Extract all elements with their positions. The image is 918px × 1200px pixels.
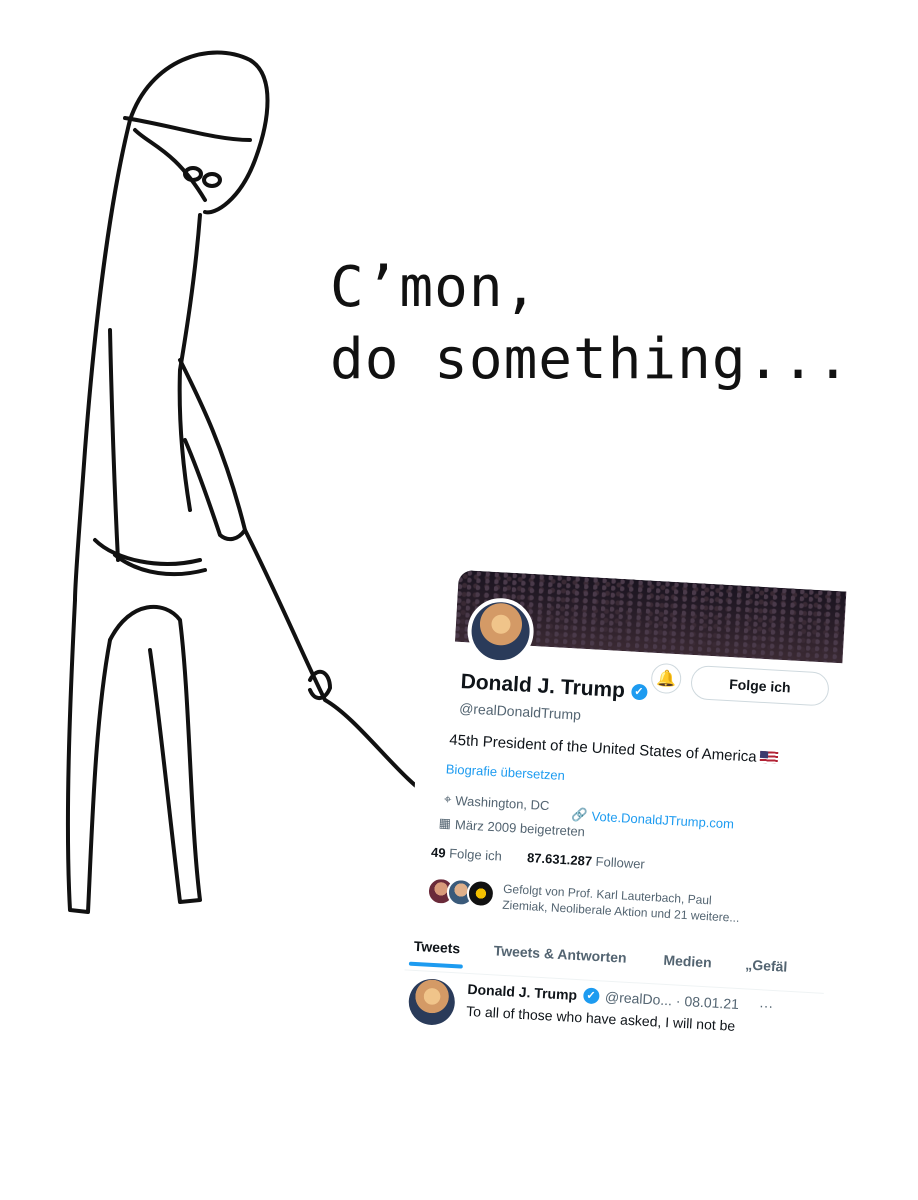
verified-badge-icon: ✓ — [582, 987, 600, 1005]
notification-bell-icon: 🔔 — [655, 669, 677, 689]
twitter-profile-screenshot: 🔔 Folge ich Donald J. Trump ✓ @realDonal… — [400, 568, 847, 1061]
profile-location-text: Washington, DC — [455, 792, 550, 813]
profile-website-link[interactable]: Vote.DonaldJTrump.com — [591, 808, 734, 831]
caption-line-1: C’mon, — [330, 255, 539, 320]
tab-media[interactable]: Medien — [663, 952, 712, 971]
followers-label: Follower — [595, 853, 646, 872]
profile-name-text: Donald J. Trump — [460, 670, 626, 703]
tweet-avatar[interactable] — [407, 977, 457, 1027]
tweet-author-name: Donald J. Trump — [467, 980, 578, 1004]
followers-count: 87.631.287 — [526, 850, 593, 869]
profile-stats: 49 Folge ich 87.631.287 Follower — [431, 845, 645, 872]
tab-likes[interactable]: „Gefäl — [745, 956, 788, 974]
location-pin-icon: ⌖ — [443, 791, 452, 807]
calendar-icon: ▦ — [438, 815, 452, 831]
notification-bell-button[interactable]: 🔔 — [650, 662, 683, 695]
caption-line-2: do something... — [330, 327, 851, 392]
followed-by-text: Gefolgt von Prof. Karl Lauterbach, Paul … — [501, 881, 740, 925]
following-stat[interactable]: 49 Folge ich — [431, 845, 503, 864]
followed-by[interactable]: Gefolgt von Prof. Karl Lauterbach, Paul … — [426, 876, 743, 927]
tweet-handle-date: @realDo... · 08.01.21 — [604, 988, 740, 1013]
meme-page: C’mon, do something... 🔔 Folge ich Donal… — [0, 0, 918, 1200]
tab-tweets[interactable]: Tweets — [413, 938, 460, 957]
us-flag-icon — [759, 750, 778, 764]
profile-handle: @realDonaldTrump — [458, 700, 582, 723]
meme-caption: C’mon, do something... — [330, 252, 851, 396]
link-icon: 🔗 — [571, 806, 589, 823]
more-options-icon[interactable]: ··· — [759, 997, 774, 1014]
translate-bio-link[interactable]: Biografie übersetzen — [445, 761, 565, 783]
profile-location: ⌖ Washington, DC — [444, 791, 550, 813]
following-label: Folge ich — [448, 845, 503, 864]
profile-joined-text: März 2009 beigetreten — [454, 816, 586, 839]
profile-joined: ▦ März 2009 beigetreten — [438, 815, 585, 839]
follower-avatar — [466, 878, 496, 909]
following-button[interactable]: Folge ich — [690, 664, 830, 707]
followers-stat[interactable]: 87.631.287 Follower — [527, 850, 645, 872]
profile-website: 🔗 Vote.DonaldJTrump.com — [571, 806, 734, 831]
tab-tweets-and-replies[interactable]: Tweets & Antworten — [493, 942, 627, 965]
verified-badge-icon: ✓ — [630, 683, 648, 701]
following-count: 49 — [430, 844, 447, 861]
profile-bio-text: 45th President of the United States of A… — [448, 731, 758, 766]
profile-bio: 45th President of the United States of A… — [449, 732, 778, 767]
profile-name: Donald J. Trump ✓ — [460, 670, 648, 704]
